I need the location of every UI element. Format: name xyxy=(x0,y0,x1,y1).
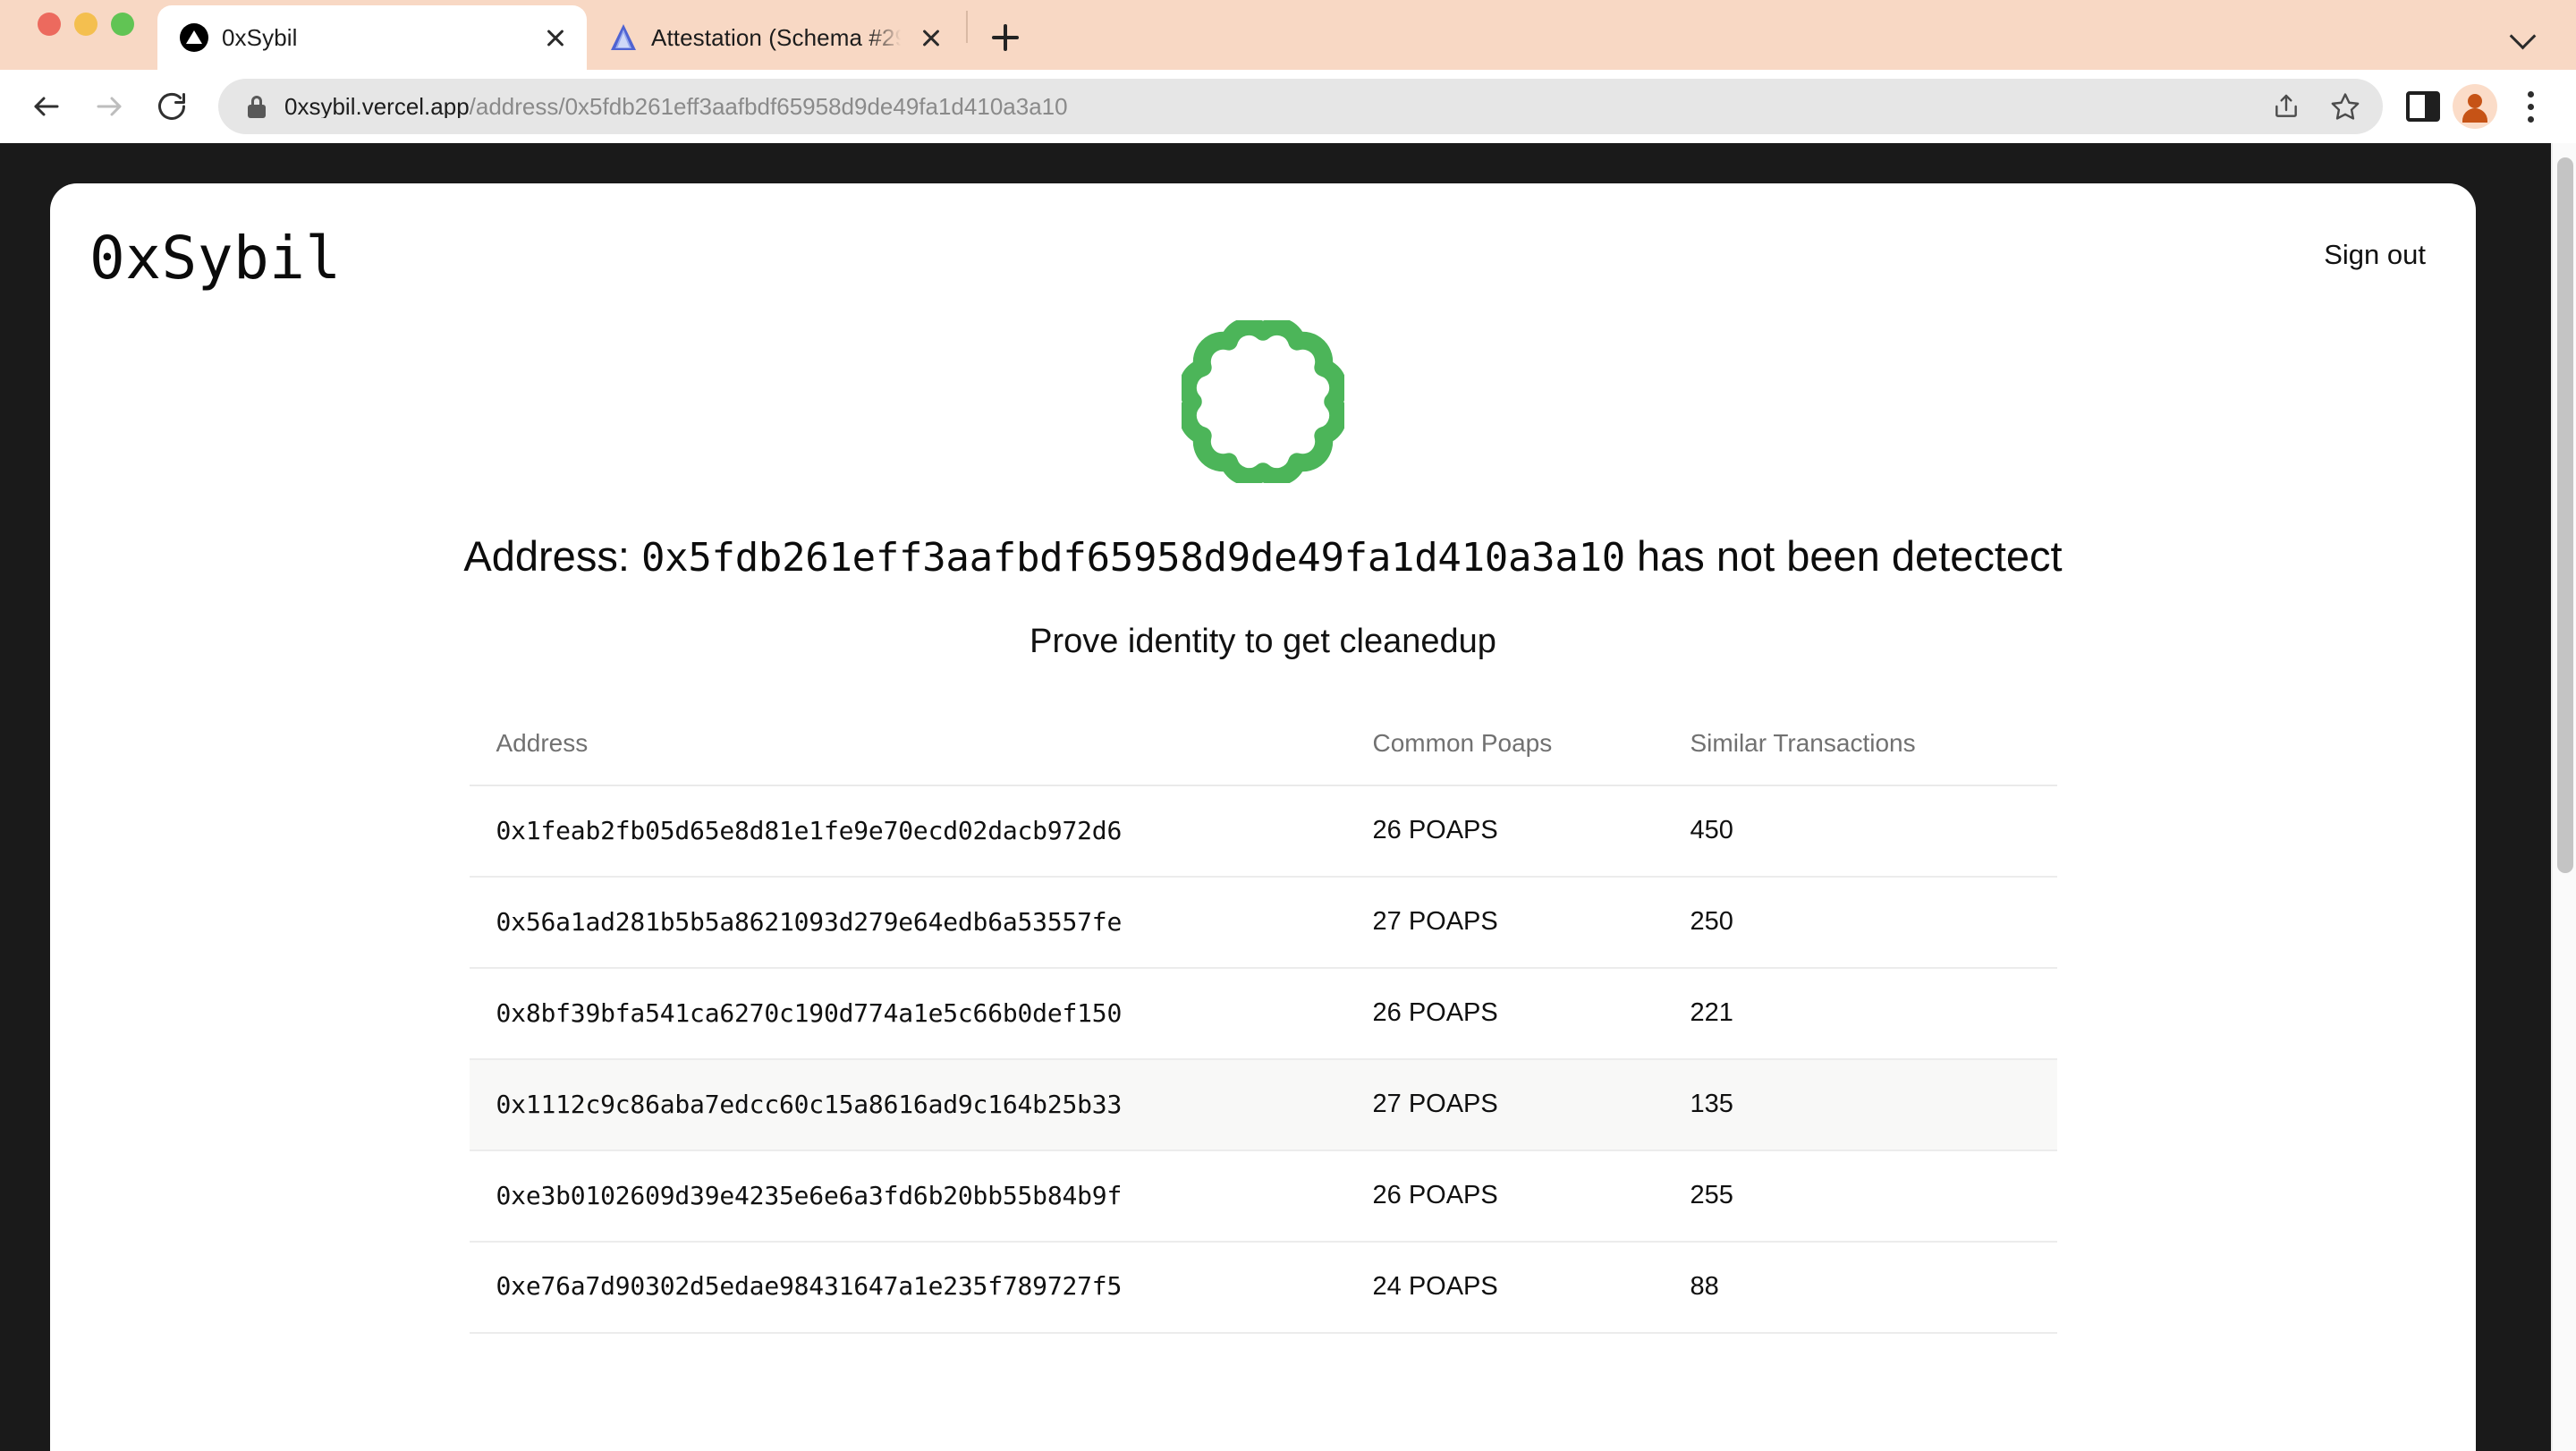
green-scallop-icon xyxy=(1182,319,1344,483)
minimize-window-button[interactable] xyxy=(74,13,97,36)
url-host: 0xsybil.vercel.app xyxy=(284,95,470,118)
cell-common-poaps: 27 POAPS xyxy=(1372,877,1690,970)
url-text: 0xsybil.vercel.app/address/0x5fdb261eff3… xyxy=(284,95,2261,118)
table-row[interactable]: 0xe3b0102609d39e4235e6e6a3fd6b20bb55b84b… xyxy=(469,1150,2057,1243)
table-row[interactable]: 0x56a1ad281b5b5a8621093d279e64edb6a53557… xyxy=(469,877,2057,970)
profile-avatar-icon[interactable] xyxy=(2453,84,2497,129)
share-icon[interactable] xyxy=(2261,81,2311,132)
plus-icon[interactable] xyxy=(980,13,1030,63)
table-header-row: Address Common Poaps Similar Transaction… xyxy=(469,729,2057,787)
hero-subtitle: Prove identity to get cleanedup xyxy=(1030,623,1496,661)
cell-common-poaps: 26 POAPS xyxy=(1372,785,1690,878)
hero-suffix: has not been detectect xyxy=(1624,531,2063,580)
toolbar-right-actions xyxy=(2401,81,2551,132)
cell-similar-transactions: 450 xyxy=(1690,785,2057,878)
cell-address: 0x1feab2fb05d65e8d81e1fe9e70ecd02dacb972… xyxy=(469,785,1373,878)
page-scrollbar-thumb[interactable] xyxy=(2557,157,2573,873)
lock-icon xyxy=(245,95,268,118)
cell-similar-transactions: 255 xyxy=(1690,1150,2057,1243)
cell-address: 0xe3b0102609d39e4235e6e6a3fd6b20bb55b84b… xyxy=(469,1150,1373,1243)
window-traffic-lights xyxy=(20,0,157,70)
sign-out-button[interactable]: Sign out xyxy=(2324,241,2426,268)
cell-address: 0x8bf39bfa541ca6270c190d774a1e5c66b0def1… xyxy=(469,968,1373,1061)
browser-toolbar: 0xsybil.vercel.app/address/0x5fdb261eff3… xyxy=(0,70,2576,143)
table-row[interactable]: 0x8bf39bfa541ca6270c190d774a1e5c66b0def1… xyxy=(469,968,2057,1061)
close-icon[interactable] xyxy=(540,22,571,53)
cell-common-poaps: 26 POAPS xyxy=(1372,1150,1690,1243)
column-header-similar-transactions: Similar Transactions xyxy=(1690,729,2057,787)
maximize-window-button[interactable] xyxy=(111,13,134,36)
column-header-address: Address xyxy=(469,729,1373,787)
cell-common-poaps: 27 POAPS xyxy=(1372,1059,1690,1151)
side-panel-icon[interactable] xyxy=(2406,91,2440,122)
cell-address: 0xe76a7d90302d5edae98431647a1e235f789727… xyxy=(469,1241,1373,1334)
cell-address: 0x56a1ad281b5b5a8621093d279e64edb6a53557… xyxy=(469,877,1373,970)
page-viewport: 0xSybil Sign out Address: 0x5fdb261eff3a… xyxy=(0,143,2576,1451)
kebab-menu-icon[interactable] xyxy=(2510,81,2551,132)
similar-addresses-table: Address Common Poaps Similar Transaction… xyxy=(469,729,2057,1334)
cell-similar-transactions: 88 xyxy=(1690,1241,2057,1334)
page-title: 0xSybil xyxy=(89,224,342,293)
url-path: /address/0x5fdb261eff3aafbdf65958d9de49f… xyxy=(469,95,1068,118)
page-scrollbar-track[interactable] xyxy=(2551,143,2576,1451)
cell-similar-transactions: 221 xyxy=(1690,968,2057,1061)
close-icon[interactable] xyxy=(916,22,946,53)
site-header: 0xSybil Sign out xyxy=(50,183,2476,292)
eas-triangle-icon xyxy=(608,22,639,53)
address-bar[interactable]: 0xsybil.vercel.app/address/0x5fdb261eff3… xyxy=(218,79,2383,134)
cell-similar-transactions: 250 xyxy=(1690,877,2057,970)
hero-address: 0x5fdb261eff3aafbdf65958d9de49fa1d410a3a… xyxy=(640,534,1625,581)
close-window-button[interactable] xyxy=(38,13,61,36)
browser-window: 0xSybil Attestation (Schema #295) - 0x xyxy=(0,0,2576,1451)
arrow-right-icon[interactable] xyxy=(80,78,138,135)
cell-common-poaps: 26 POAPS xyxy=(1372,968,1690,1061)
hero-prefix: Address: xyxy=(463,531,641,580)
table-row[interactable]: 0x1feab2fb05d65e8d81e1fe9e70ecd02dacb972… xyxy=(469,785,2057,878)
reload-icon[interactable] xyxy=(143,78,200,135)
arrow-left-icon[interactable] xyxy=(18,78,75,135)
star-icon[interactable] xyxy=(2320,81,2370,132)
column-header-common-poaps: Common Poaps xyxy=(1372,729,1690,787)
tab-attestation[interactable]: Attestation (Schema #295) - 0x xyxy=(587,5,962,70)
hero-section: Address: 0x5fdb261eff3aafbdf65958d9de49f… xyxy=(50,292,2476,662)
tab-strip: 0xSybil Attestation (Schema #295) - 0x xyxy=(0,0,2576,70)
table-row[interactable]: 0xe76a7d90302d5edae98431647a1e235f789727… xyxy=(469,1241,2057,1334)
vercel-triangle-icon xyxy=(179,22,209,53)
tab-divider xyxy=(966,11,968,43)
table-row[interactable]: 0x1112c9c86aba7edcc60c15a8616ad9c164b25b… xyxy=(469,1059,2057,1151)
page-card: 0xSybil Sign out Address: 0x5fdb261eff3a… xyxy=(50,183,2476,1451)
table-body: 0x1feab2fb05d65e8d81e1fe9e70ecd02dacb972… xyxy=(469,785,2057,1334)
omnibox-actions xyxy=(2261,81,2370,132)
detection-status-line: Address: 0x5fdb261eff3aafbdf65958d9de49f… xyxy=(463,531,2062,582)
tab-title: Attestation (Schema #295) - 0x xyxy=(651,24,903,51)
cell-similar-transactions: 135 xyxy=(1690,1059,2057,1151)
cell-address: 0x1112c9c86aba7edcc60c15a8616ad9c164b25b… xyxy=(469,1059,1373,1151)
cell-common-poaps: 24 POAPS xyxy=(1372,1241,1690,1334)
chevron-down-icon[interactable] xyxy=(2501,13,2544,55)
tab-title: 0xSybil xyxy=(222,24,298,51)
tab-0xsybil[interactable]: 0xSybil xyxy=(157,5,587,70)
